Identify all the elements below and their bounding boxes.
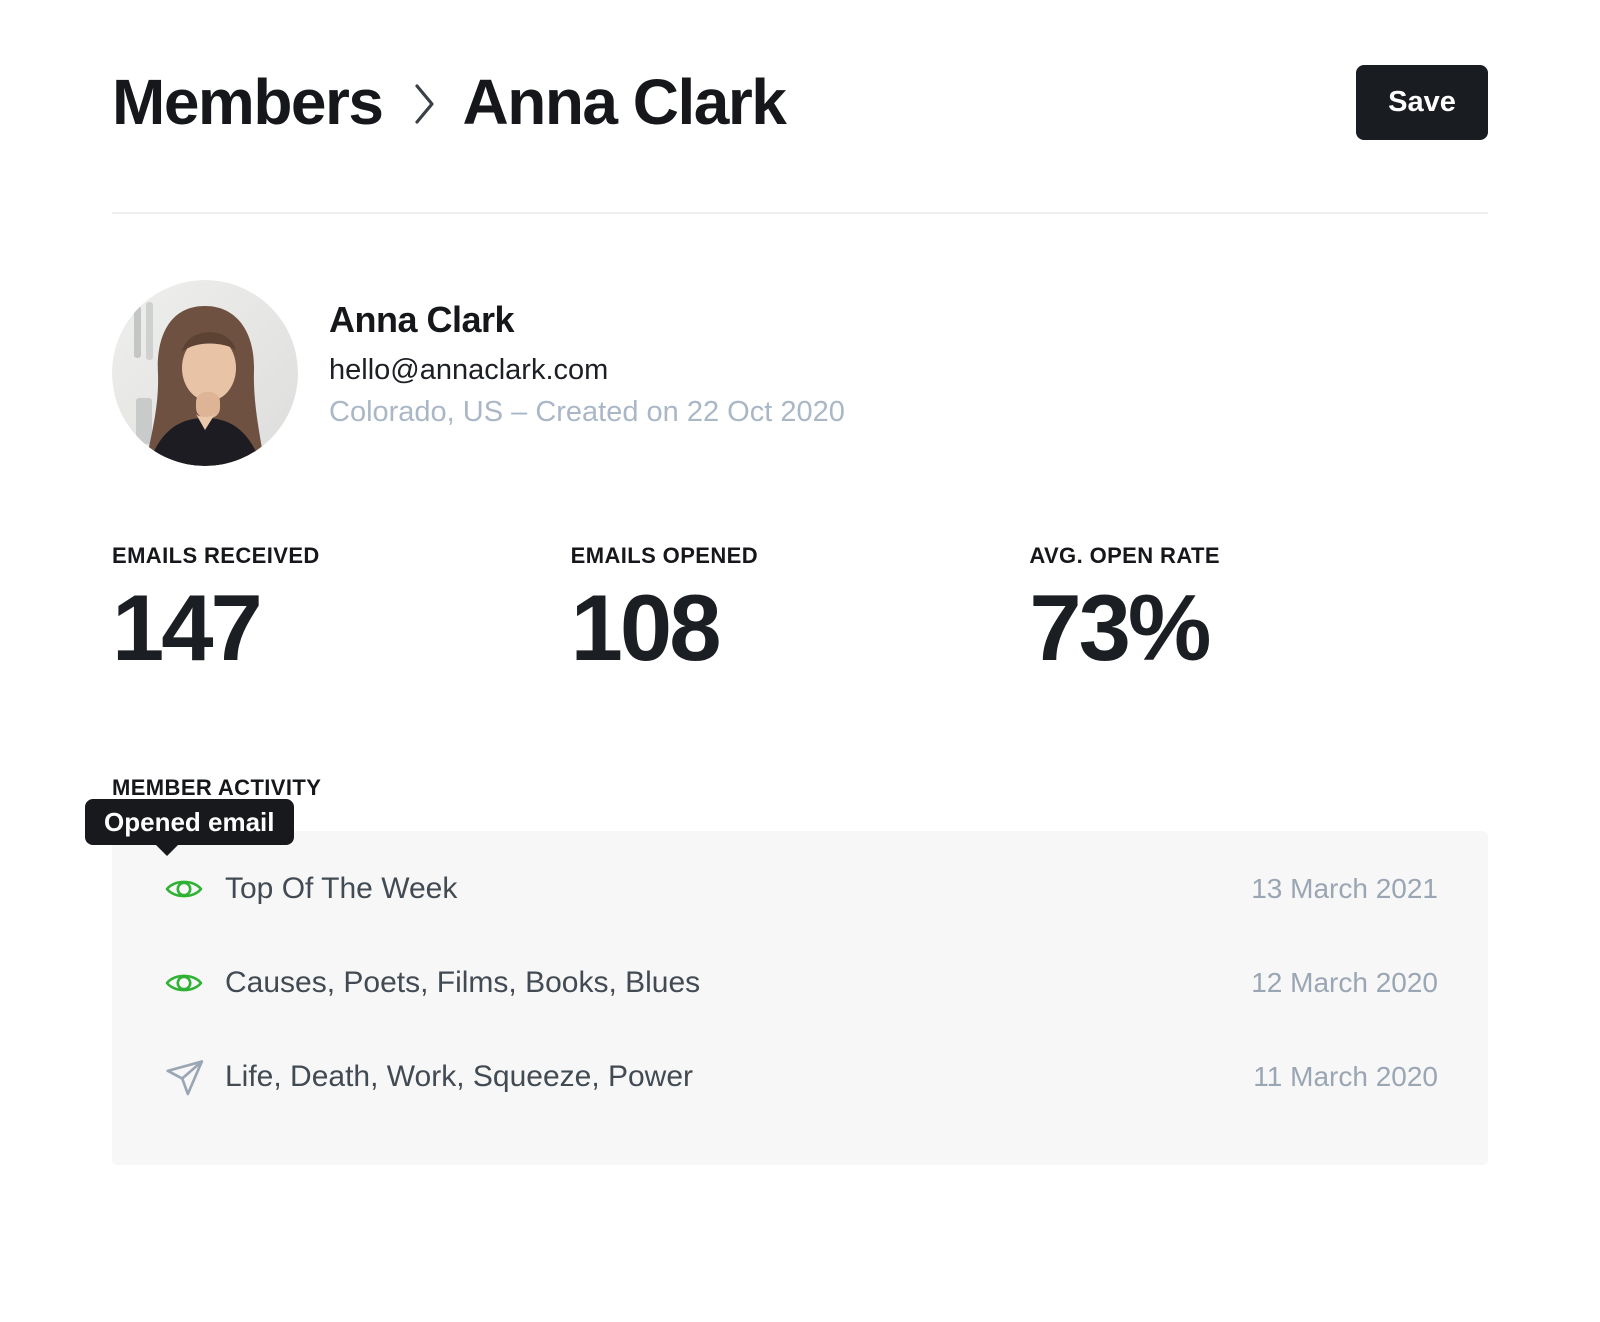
member-activity: Opened email Top Of The Week 13 March 20… (112, 831, 1488, 1165)
opened-email-tooltip: Opened email (85, 799, 294, 845)
chevron-right-icon (407, 78, 441, 130)
eye-icon (164, 969, 204, 997)
stat-emails-received: EMAILS RECEIVED 147 (112, 543, 571, 675)
member-name: Anna Clark (329, 299, 845, 341)
avatar (112, 280, 298, 466)
eye-icon (164, 875, 204, 903)
activity-row[interactable]: Top Of The Week 13 March 2021 (164, 842, 1438, 936)
activity-date: 12 March 2020 (1251, 967, 1438, 999)
page-title: Anna Clark (463, 65, 786, 139)
stat-value: 73% (1029, 581, 1488, 675)
member-detail-page: Members Anna Clark Save (0, 62, 1600, 1165)
stat-emails-opened: EMAILS OPENED 108 (571, 543, 1030, 675)
activity-row[interactable]: Life, Death, Work, Squeeze, Power 11 Mar… (164, 1030, 1438, 1124)
activity-row[interactable]: Causes, Poets, Films, Books, Blues 12 Ma… (164, 936, 1438, 1030)
activity-title[interactable]: Causes, Poets, Films, Books, Blues (225, 966, 1251, 1000)
member-email: hello@annaclark.com (329, 354, 845, 387)
send-icon (164, 1057, 204, 1097)
stat-label: EMAILS OPENED (571, 543, 1030, 569)
stat-value: 108 (571, 581, 1030, 675)
activity-date: 11 March 2020 (1253, 1061, 1438, 1093)
stat-label: AVG. OPEN RATE (1029, 543, 1488, 569)
member-meta: Colorado, US – Created on 22 Oct 2020 (329, 396, 845, 429)
stat-value: 147 (112, 581, 571, 675)
activity-panel: Top Of The Week 13 March 2021 Causes, Po… (112, 831, 1488, 1165)
save-button[interactable]: Save (1356, 65, 1488, 140)
activity-title[interactable]: Top Of The Week (225, 872, 1251, 906)
stat-avg-open-rate: AVG. OPEN RATE 73% (1029, 543, 1488, 675)
breadcrumb: Members Anna Clark (112, 65, 785, 139)
activity-title[interactable]: Life, Death, Work, Squeeze, Power (225, 1060, 1253, 1094)
member-profile: Anna Clark hello@annaclark.com Colorado,… (112, 280, 1488, 466)
page-header: Members Anna Clark Save (112, 62, 1488, 142)
member-stats: EMAILS RECEIVED 147 EMAILS OPENED 108 AV… (112, 543, 1488, 675)
stat-label: EMAILS RECEIVED (112, 543, 571, 569)
member-activity-heading: MEMBER ACTIVITY (112, 775, 1488, 801)
breadcrumb-members-link[interactable]: Members (112, 65, 383, 139)
activity-date: 13 March 2021 (1251, 873, 1438, 905)
header-divider (112, 212, 1488, 214)
profile-info: Anna Clark hello@annaclark.com Colorado,… (329, 280, 845, 429)
